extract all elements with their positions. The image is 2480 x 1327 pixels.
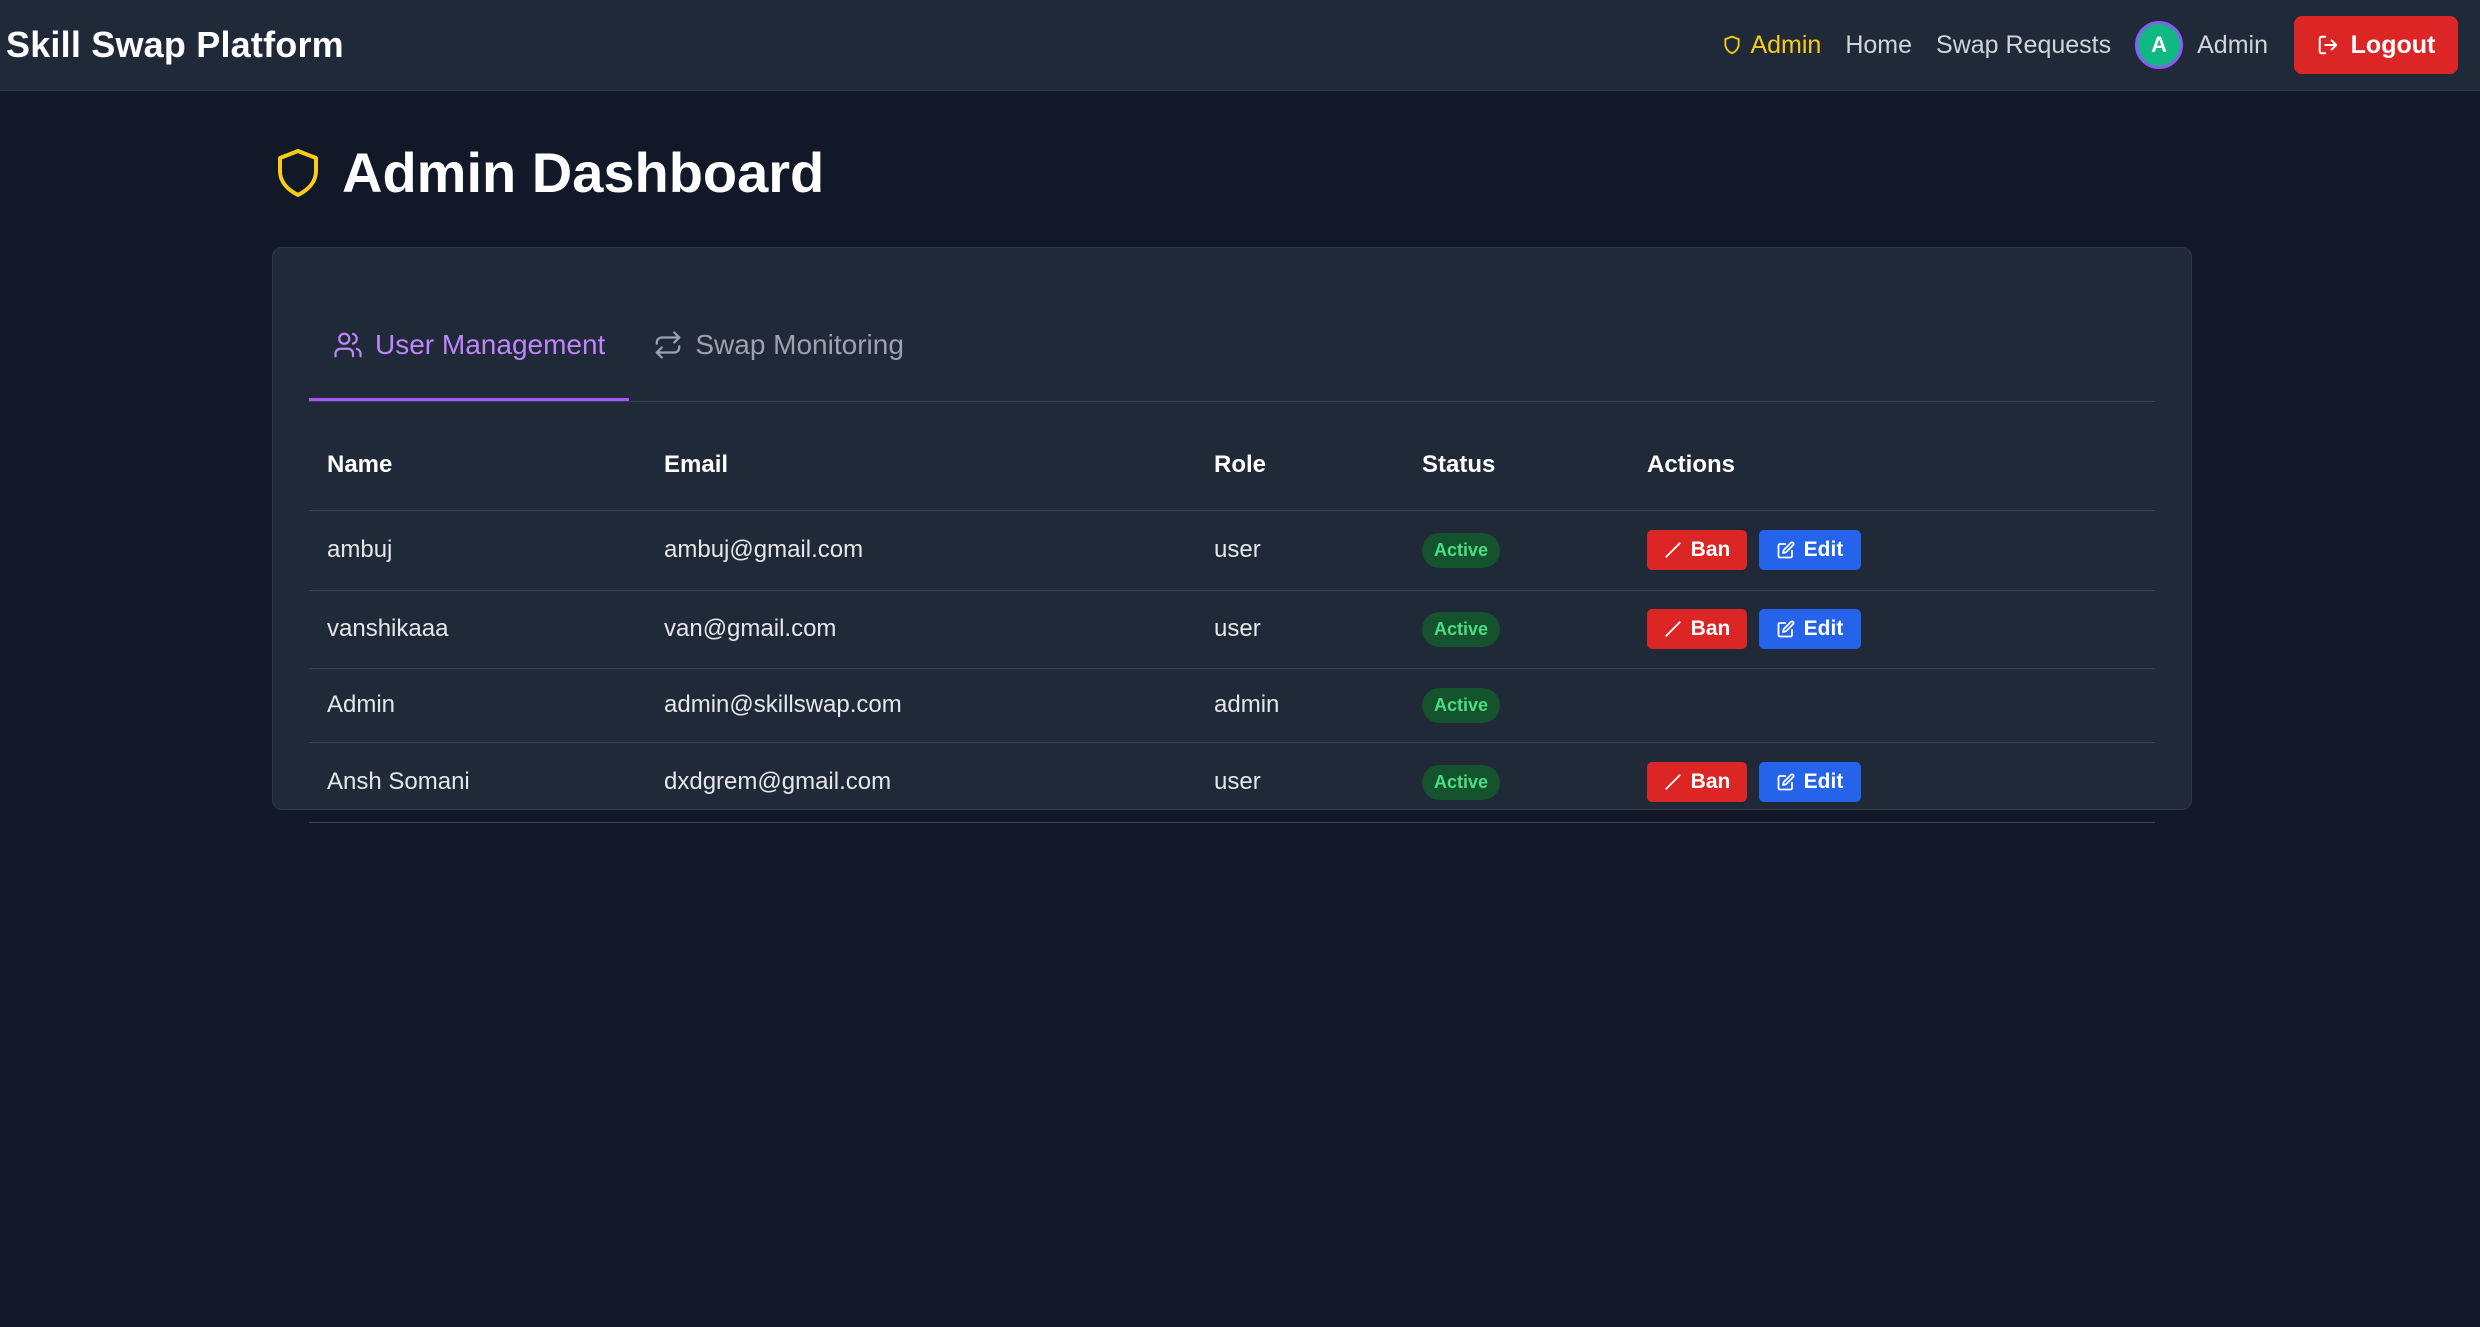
shield-icon: [278, 148, 318, 197]
edit-icon: [1777, 773, 1795, 791]
edit-label: Edit: [1803, 617, 1844, 640]
nav-home-link[interactable]: Home: [1845, 31, 1912, 60]
cell-actions: [1647, 668, 2155, 743]
ban-label: Ban: [1690, 770, 1731, 793]
ban-label: Ban: [1690, 617, 1731, 640]
cell-role: user: [1214, 590, 1422, 669]
admin-panel-card: User Management Swap Monitoring Name Ema…: [272, 247, 2192, 823]
tab-label: Swap Monitoring: [695, 328, 904, 360]
top-navbar: Skill Swap Platform Admin Home Swap Requ…: [0, 0, 2480, 91]
tab-bar: User Management Swap Monitoring: [309, 292, 2155, 402]
swap-arrows-icon: [655, 330, 681, 359]
nav-admin-link[interactable]: Admin: [1722, 31, 1821, 60]
user-name: Admin: [2197, 30, 2268, 59]
table-row: vanshikaaa van@gmail.com user Active Ban…: [309, 590, 2155, 669]
cell-name: Admin: [309, 668, 664, 743]
cell-name: ambuj: [309, 510, 664, 591]
users-table: Name Email Role Status Actions ambuj amb…: [309, 402, 2155, 823]
cell-actions: Ban Edit: [1647, 590, 2155, 669]
status-badge: Active: [1422, 764, 1501, 800]
cell-email: ambuj@gmail.com: [664, 510, 1214, 591]
edit-button[interactable]: Edit: [1759, 762, 1861, 802]
cell-actions: Ban Edit: [1647, 742, 2155, 823]
users-icon: [334, 332, 362, 357]
ban-button[interactable]: Ban: [1647, 530, 1747, 570]
table-header-row: Name Email Role Status Actions: [309, 402, 2155, 511]
logout-label: Logout: [2350, 30, 2436, 59]
ban-button[interactable]: Ban: [1647, 609, 1747, 649]
edit-icon: [1777, 541, 1795, 559]
cell-role: admin: [1214, 668, 1422, 743]
slash-icon: [1665, 621, 1681, 637]
cell-name: Ansh Somani: [309, 742, 664, 823]
column-header-name[interactable]: Name: [309, 402, 664, 511]
tab-swap-monitoring[interactable]: Swap Monitoring: [629, 291, 928, 401]
edit-button[interactable]: Edit: [1759, 609, 1861, 649]
nav-admin-label: Admin: [1750, 30, 1822, 59]
column-header-email[interactable]: Email: [664, 402, 1214, 511]
edit-label: Edit: [1803, 538, 1844, 561]
cell-email: admin@skillswap.com: [664, 668, 1214, 743]
slash-icon: [1665, 542, 1681, 558]
ban-label: Ban: [1690, 538, 1731, 561]
table-row: Ansh Somani dxdgrem@gmail.com user Activ…: [309, 742, 2155, 823]
edit-button[interactable]: Edit: [1759, 530, 1861, 570]
status-badge: Active: [1422, 687, 1501, 723]
logout-icon: [2318, 35, 2337, 55]
nav-links: Admin Home Swap Requests A Admin Logout: [1722, 0, 2458, 90]
cell-name: vanshikaaa: [309, 590, 664, 669]
edit-label: Edit: [1803, 770, 1844, 793]
cell-role: user: [1214, 510, 1422, 591]
shield-icon: [1724, 35, 1741, 55]
logout-button[interactable]: Logout: [2294, 16, 2458, 74]
tab-user-management[interactable]: User Management: [309, 291, 630, 401]
brand-title[interactable]: Skill Swap Platform: [6, 24, 344, 66]
cell-role: user: [1214, 742, 1422, 823]
nav-swap-requests-link[interactable]: Swap Requests: [1936, 31, 2111, 60]
table-row: ambuj ambuj@gmail.com user Active Ban Ed…: [309, 510, 2155, 591]
cell-status: Active: [1422, 510, 1647, 591]
page-title: Admin Dashboard: [342, 141, 825, 204]
tab-label: User Management: [375, 328, 606, 360]
column-header-role[interactable]: Role: [1214, 402, 1422, 511]
cell-status: Active: [1422, 590, 1647, 669]
slash-icon: [1665, 774, 1681, 790]
table-row: Admin admin@skillswap.com admin Active: [309, 668, 2155, 743]
avatar[interactable]: A: [2135, 21, 2184, 69]
column-header-status[interactable]: Status: [1422, 402, 1647, 511]
cell-status: Active: [1422, 668, 1647, 743]
user-menu[interactable]: A Admin: [2135, 21, 2268, 69]
status-badge: Active: [1422, 532, 1501, 568]
cell-email: dxdgrem@gmail.com: [664, 742, 1214, 823]
edit-icon: [1777, 620, 1795, 638]
ban-button[interactable]: Ban: [1647, 762, 1747, 802]
cell-email: van@gmail.com: [664, 590, 1214, 669]
column-header-actions: Actions: [1647, 402, 2155, 511]
cell-status: Active: [1422, 742, 1647, 823]
cell-actions: Ban Edit: [1647, 510, 2155, 591]
status-badge: Active: [1422, 611, 1501, 647]
page-header: Admin Dashboard: [274, 140, 824, 205]
